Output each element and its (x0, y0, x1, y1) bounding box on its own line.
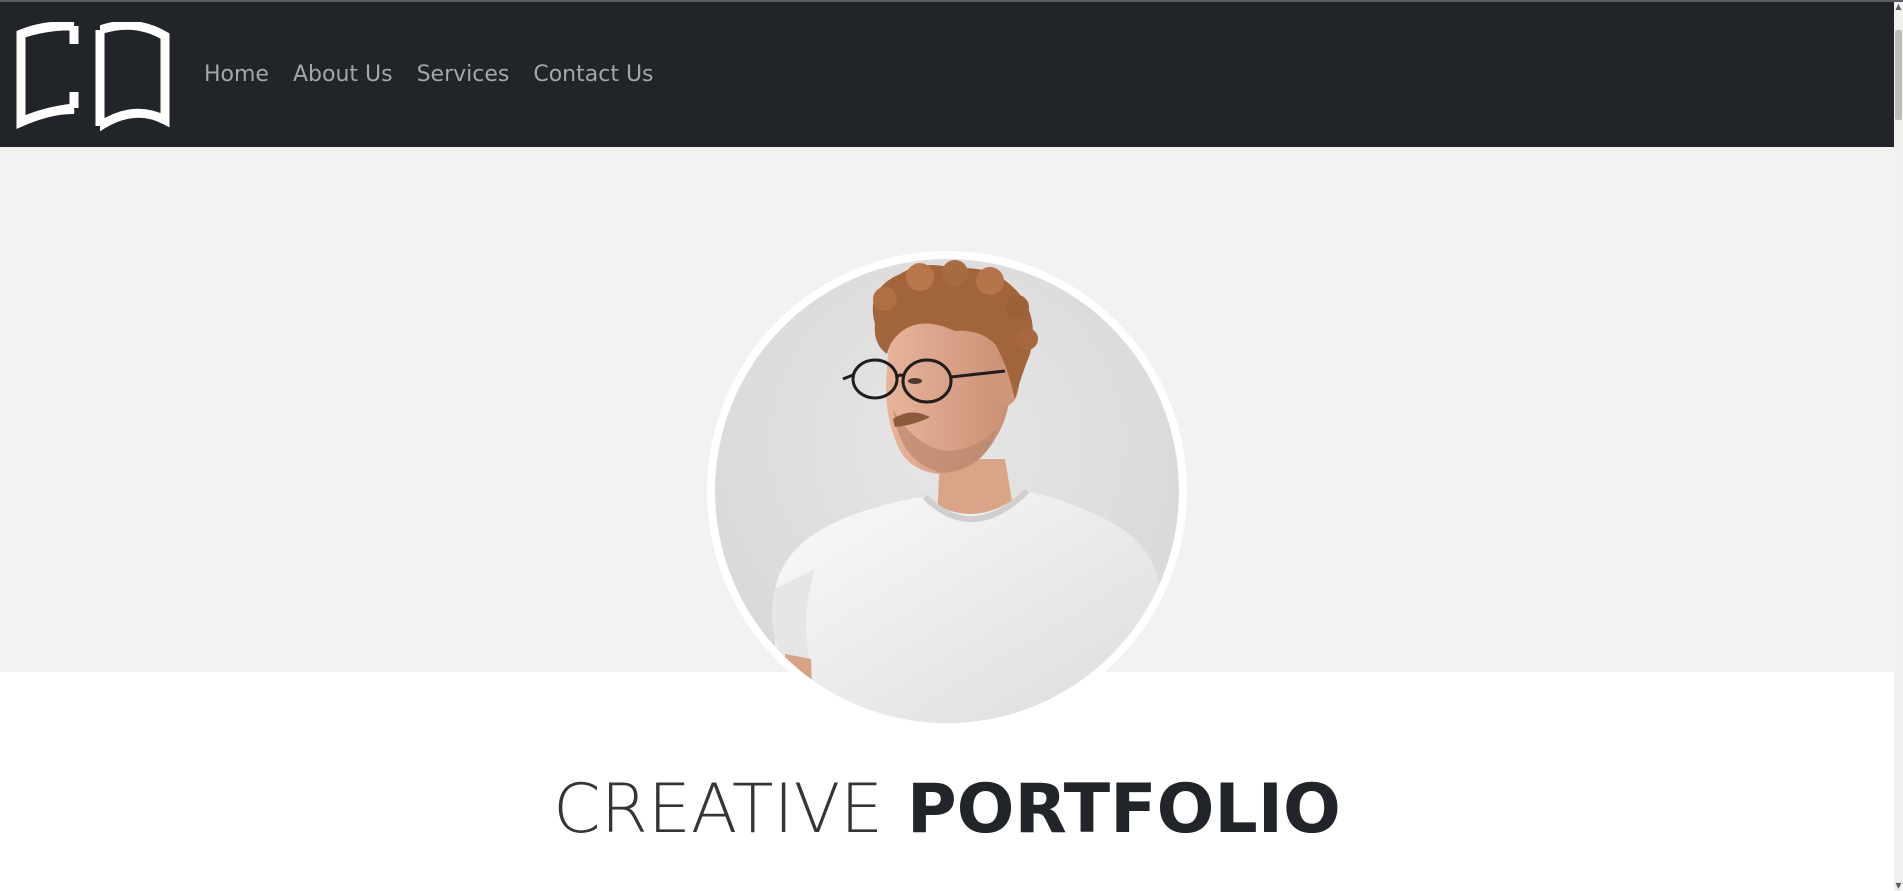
scroll-up-icon[interactable]: ▲ (1894, 2, 1903, 12)
headline-creative: CREATIVE (553, 770, 884, 849)
nav-link-about-us[interactable]: About Us (293, 62, 393, 87)
navbar: Home About Us Services Contact Us (0, 2, 1894, 147)
page-headline: CREATIVE PORTFOLIO (0, 765, 1894, 855)
scroll-thumb[interactable] (1895, 30, 1902, 120)
nav-link-services[interactable]: Services (417, 62, 510, 87)
page: Home About Us Services Contact Us CREATI… (0, 0, 1903, 891)
open-book-logo-icon[interactable] (16, 20, 170, 135)
profile-portrait (707, 251, 1187, 731)
nav-link-home[interactable]: Home (204, 62, 269, 87)
nav-menu: Home About Us Services Contact Us (204, 2, 654, 147)
nav-link-contact-us[interactable]: Contact Us (533, 62, 653, 87)
portrait-photo (715, 259, 1179, 723)
page-scrollbar[interactable]: ▲ ▼ (1894, 2, 1903, 891)
scroll-down-icon[interactable]: ▼ (1894, 881, 1903, 891)
headline-portfolio: PORTFOLIO (906, 770, 1341, 849)
